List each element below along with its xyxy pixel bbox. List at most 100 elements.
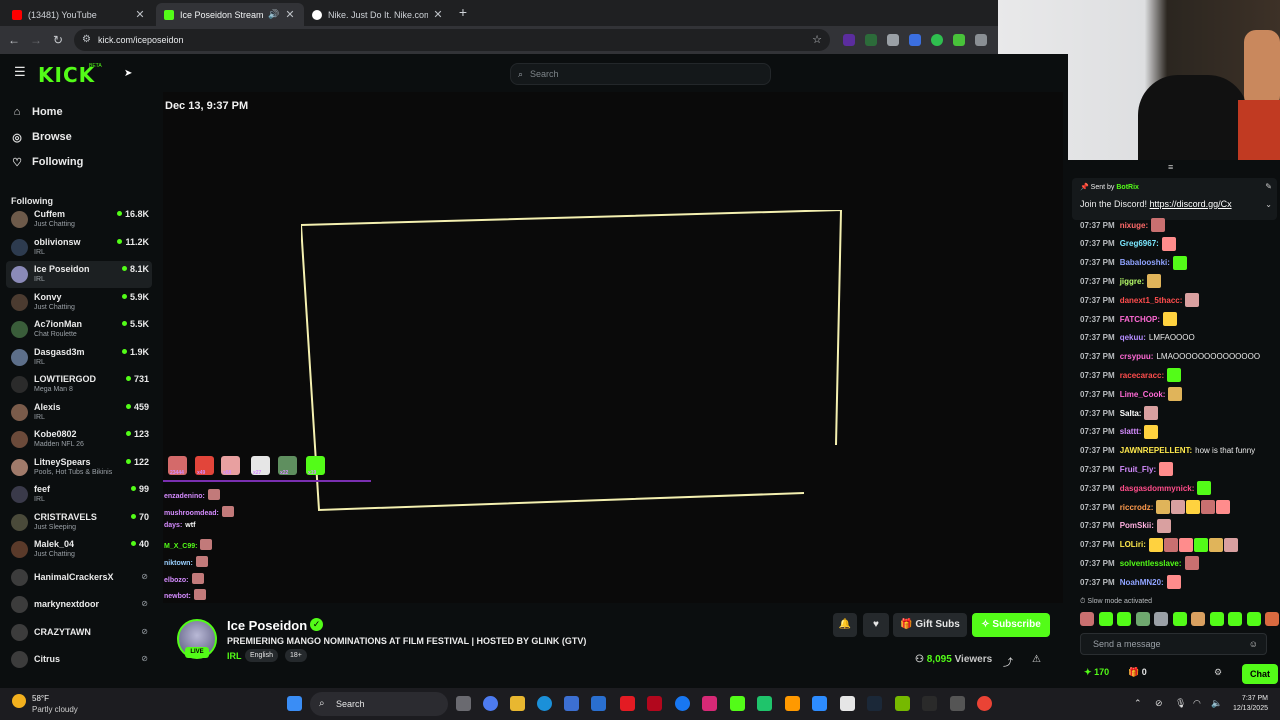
chat-username[interactable]: Babalooshki: xyxy=(1120,258,1170,267)
chat-username[interactable]: Salta: xyxy=(1120,409,1142,418)
chat-username[interactable]: PomSkii: xyxy=(1120,521,1154,530)
streamer-name[interactable]: Ice Poseidon xyxy=(227,618,307,633)
extension-menu-icon[interactable] xyxy=(975,34,987,46)
quick-emote-button[interactable] xyxy=(1265,612,1279,626)
chat-username[interactable]: Greg6967: xyxy=(1120,239,1159,248)
channel-points[interactable]: ✦ 170 xyxy=(1084,667,1109,678)
mute-tab-icon[interactable]: 🔊 xyxy=(268,9,280,20)
tab-kick[interactable]: Ice Poseidon Stream - Watch... 🔊 ✕ xyxy=(156,3,304,26)
chat-username[interactable]: Fruit_Fly: xyxy=(1120,465,1156,474)
back-icon[interactable]: ← xyxy=(6,32,22,48)
chat-username[interactable]: JAWNREPELLENT: xyxy=(1120,446,1192,455)
instagram-icon[interactable] xyxy=(702,696,717,711)
video-player[interactable]: Dec 13, 9:37 PM 23444 x49 x68 x27 x22 x19 enza… xyxy=(163,92,1063,603)
sidebar-channel[interactable]: Dasgasd3m IRL 1.9K xyxy=(6,344,152,371)
extension-kick-icon[interactable] xyxy=(843,34,855,46)
gift-count[interactable]: 🎁 0 xyxy=(1128,667,1147,678)
chat-username[interactable]: dasgasdommynick: xyxy=(1120,484,1195,493)
quick-emote-button[interactable] xyxy=(1172,612,1187,626)
sidebar-channel[interactable]: HanimalCrackersX ⊘ xyxy=(6,564,152,591)
chat-username[interactable]: FATCHOP: xyxy=(1120,315,1160,324)
stream-category[interactable]: IRL xyxy=(227,651,242,661)
report-icon[interactable]: ⚠ xyxy=(1032,654,1041,665)
notification-bell-button[interactable]: 🔔 xyxy=(833,613,857,637)
sidebar-channel[interactable]: CRAZYTAWN ⊘ xyxy=(6,619,152,646)
close-tab-icon[interactable]: ✕ xyxy=(432,8,444,21)
quick-emote-button[interactable] xyxy=(1117,612,1131,626)
address-bar[interactable]: ⚙ kick.com/iceposeidon ☆ xyxy=(74,29,830,51)
store-icon[interactable] xyxy=(564,696,579,711)
chat-settings-icon[interactable]: ⚙ xyxy=(1214,667,1222,678)
chat-filter-icon[interactable]: ≡ xyxy=(1168,162,1173,172)
close-tab-icon[interactable]: ✕ xyxy=(134,8,146,21)
steam-icon[interactable] xyxy=(867,696,882,711)
chat-username[interactable]: racecaracc: xyxy=(1120,371,1164,380)
bookmark-star-icon[interactable]: ☆ xyxy=(812,29,822,51)
nav-home[interactable]: ⌂ Home xyxy=(10,103,63,121)
quick-emote-button[interactable] xyxy=(1228,612,1242,626)
pinned-sender-name[interactable]: BotRix xyxy=(1116,184,1139,191)
mail-icon[interactable] xyxy=(591,696,606,711)
unpin-icon[interactable]: ✎ xyxy=(1265,182,1272,191)
nvidia-icon[interactable] xyxy=(895,696,910,711)
network-icon[interactable]: ⊘ xyxy=(1155,698,1163,709)
weather-widget[interactable]: 58°F Partly cloudy xyxy=(12,692,132,716)
sidebar-channel[interactable]: oblivionsw IRL 11.2K xyxy=(6,234,152,261)
netflix-icon[interactable] xyxy=(647,696,662,711)
gift-subs-button[interactable]: 🎁 Gift Subs xyxy=(893,613,967,637)
extension-blue-icon[interactable] xyxy=(909,34,921,46)
sidebar-channel[interactable]: Kobe0802 Madden NFL 26 123 xyxy=(6,426,152,453)
microphone-icon[interactable]: 🎙 xyxy=(1175,698,1186,709)
sidebar-channel[interactable]: Ac7ionMan Chat Roulette 5.5K xyxy=(6,316,152,343)
sidebar-channel[interactable]: Ice Poseidon IRL 8.1K xyxy=(6,261,152,288)
extension-grammarly-icon[interactable] xyxy=(931,34,943,46)
quick-emote-button[interactable] xyxy=(1154,612,1168,626)
windows-start-icon[interactable] xyxy=(287,696,302,711)
new-tab-button[interactable]: + xyxy=(456,4,470,20)
settings-app-icon[interactable] xyxy=(950,696,965,711)
subscribe-button[interactable]: ✧ Subscribe xyxy=(972,613,1050,637)
pinned-link[interactable]: https://discord.gg/Cx xyxy=(1150,199,1232,209)
system-clock[interactable]: 7:37 PM 12/13/2025 xyxy=(1233,694,1268,714)
spotify-icon[interactable] xyxy=(757,696,772,711)
extension-counter-icon[interactable] xyxy=(865,34,877,46)
quick-emote-button[interactable] xyxy=(1191,612,1205,626)
copilot-icon[interactable] xyxy=(483,696,498,711)
facebook-icon[interactable] xyxy=(675,696,690,711)
epic-games-icon[interactable] xyxy=(922,696,937,711)
extension-download-icon[interactable] xyxy=(953,34,965,46)
sidebar-channel[interactable]: Konvy Just Chatting 5.9K xyxy=(6,289,152,316)
chat-username[interactable]: LOLiri: xyxy=(1120,540,1146,549)
app-icon[interactable] xyxy=(812,696,827,711)
sidebar-channel[interactable]: LitneySpears Pools, Hot Tubs & Bikinis 122 xyxy=(6,454,152,481)
send-chat-button[interactable]: Chat xyxy=(1242,664,1278,684)
sidebar-channel[interactable]: Cuffem Just Chatting 16.8K xyxy=(6,206,152,233)
speaker-icon[interactable]: 🔈 xyxy=(1211,698,1222,709)
quick-emote-button[interactable] xyxy=(1080,612,1094,626)
chat-input[interactable]: Send a message ☺ xyxy=(1080,633,1267,655)
tag-age[interactable]: 18+ xyxy=(285,649,307,662)
tab-nike[interactable]: Nike. Just Do It. Nike.com ✕ xyxy=(304,3,452,26)
kick-app-icon[interactable] xyxy=(730,696,745,711)
chat-username[interactable]: danext1_5thacc: xyxy=(1120,296,1183,305)
chat-username[interactable]: jiggre: xyxy=(1120,277,1144,286)
sidebar-channel[interactable]: markynextdoor ⊘ xyxy=(6,591,152,618)
notes-icon[interactable] xyxy=(840,696,855,711)
sidebar-channel[interactable]: Alexis IRL 459 xyxy=(6,399,152,426)
follow-heart-button[interactable]: ♥ xyxy=(863,613,889,637)
edge-icon[interactable] xyxy=(537,696,552,711)
emote-picker-icon[interactable]: ☺ xyxy=(1249,634,1258,654)
tag-language[interactable]: English xyxy=(245,649,278,662)
sidebar-channel[interactable]: Malek_04 Just Chatting 40 xyxy=(6,536,152,563)
chat-username[interactable]: nixuge: xyxy=(1120,221,1148,230)
close-tab-icon[interactable]: ✕ xyxy=(284,8,296,21)
chat-username[interactable]: riccrodz: xyxy=(1120,503,1154,512)
task-view-icon[interactable] xyxy=(456,696,471,711)
chat-username[interactable]: crsypuu: xyxy=(1120,352,1154,361)
sidebar-channel[interactable]: LOWTIERGOD Mega Man 8 731 xyxy=(6,371,152,398)
chat-username[interactable]: qekuu: xyxy=(1120,333,1146,342)
sidebar-channel[interactable]: Citrus ⊘ xyxy=(6,646,152,673)
search-input[interactable]: ⌕ Search xyxy=(510,63,771,85)
chevron-up-icon[interactable]: ⌃ xyxy=(1134,698,1142,709)
reload-icon[interactable]: ↻ xyxy=(50,32,66,48)
